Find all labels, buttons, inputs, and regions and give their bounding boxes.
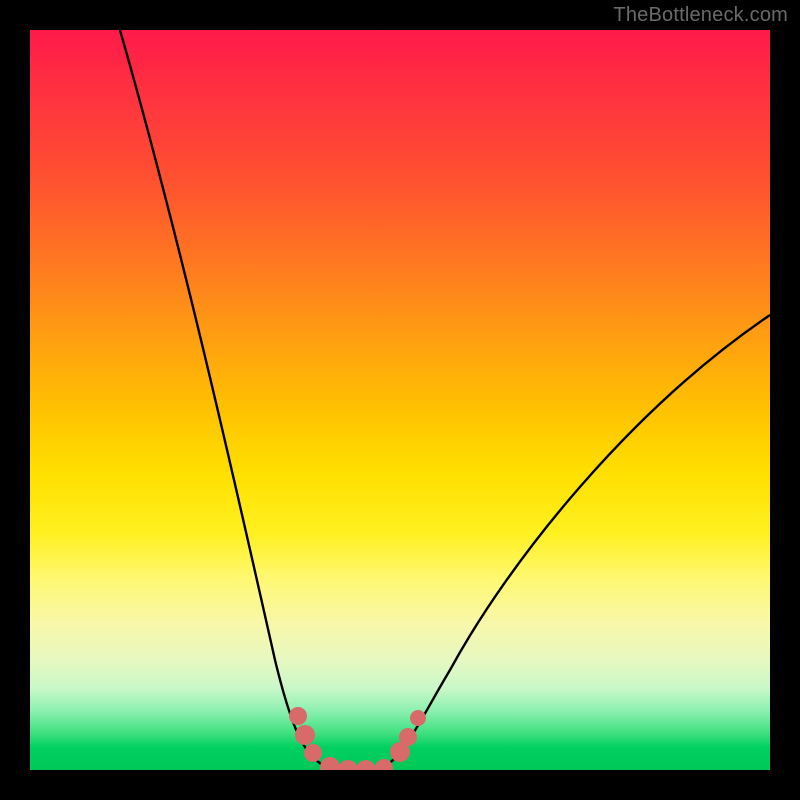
marker-dot xyxy=(289,707,307,725)
marker-dot xyxy=(338,760,358,770)
marker-dot xyxy=(320,757,340,770)
marker-group xyxy=(289,707,426,770)
chart-frame: TheBottleneck.com xyxy=(0,0,800,800)
marker-dot xyxy=(399,728,417,746)
curve-layer xyxy=(30,30,770,770)
marker-dot xyxy=(356,760,376,770)
marker-dot xyxy=(375,759,393,770)
marker-dot xyxy=(410,710,426,726)
plot-area xyxy=(30,30,770,770)
marker-dot xyxy=(304,744,322,762)
bottleneck-curve xyxy=(120,30,770,768)
marker-dot xyxy=(295,725,315,745)
watermark-text: TheBottleneck.com xyxy=(613,4,788,27)
